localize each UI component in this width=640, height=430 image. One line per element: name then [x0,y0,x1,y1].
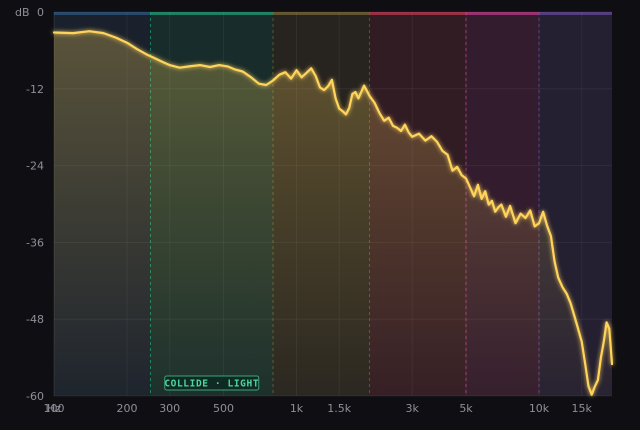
spectrum-analyzer: dB 0-12-24-36-48-60 100Hz 200 300 500 1k 1.5k… [15,6,614,415]
y-tick-label: 0 [37,6,44,19]
x-tick-label: 3k [406,402,420,415]
y-tick-label: -12 [26,83,44,96]
x-tick-label: 200 [116,402,137,415]
x-tick-label: 1k [290,402,304,415]
x-tick-label: 300 [159,402,180,415]
x-axis: 100Hz 200 300 500 1k 1.5k 3k 5k 10k 15k [44,402,593,415]
x-tick-label: 5k [459,402,473,415]
x-tick-label: 500 [213,402,234,415]
y-tick-label: -60 [26,390,44,403]
y-tick-label: -48 [26,313,44,326]
x-tick-label: 15k [572,402,593,415]
x-tick-label: 10k [529,402,550,415]
y-tick-label: -36 [26,236,44,249]
y-axis-label: dB [15,6,30,19]
y-axis: dB 0 -12 -24 -36 -48 -60 [15,6,44,403]
x-tick-label: Hz [47,402,61,415]
x-tick-label: 1.5k [327,402,351,415]
y-tick-label: -24 [26,160,44,173]
collide-badge[interactable]: COLLIDE · LIGHT [164,375,260,391]
collide-badge-label[interactable]: COLLIDE · LIGHT [164,379,259,390]
